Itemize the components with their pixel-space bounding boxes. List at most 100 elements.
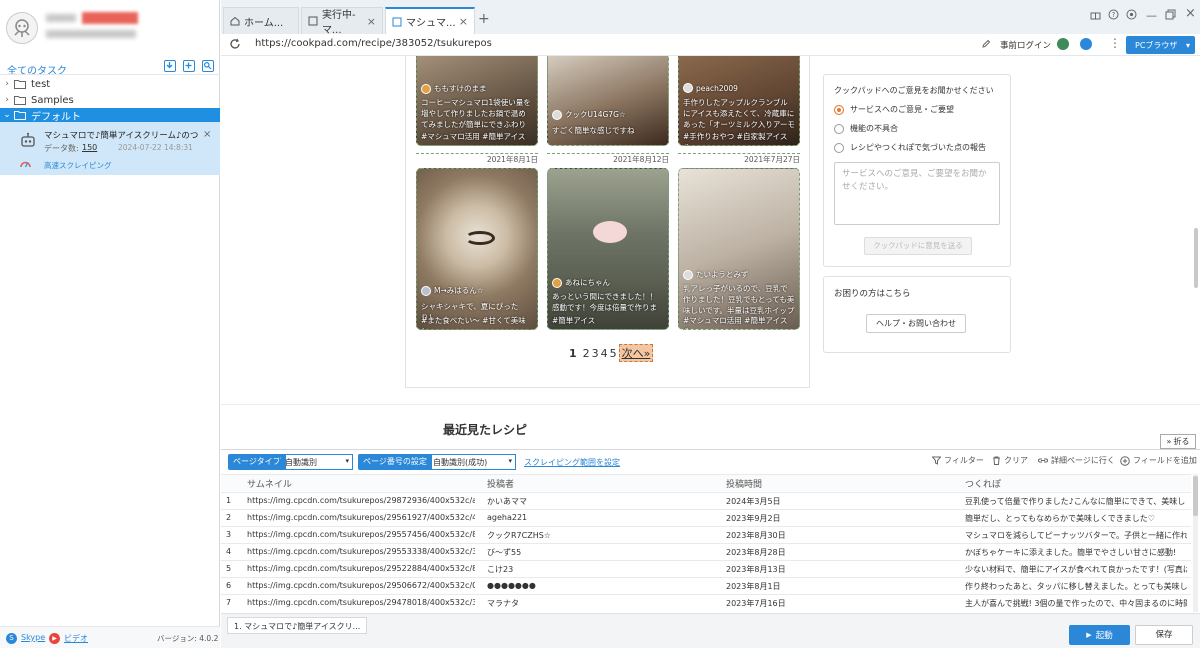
page-icon [308,16,318,26]
tsukurepo-card[interactable]: M→みはるん☆ シャキシャキで、夏にぴったり！ #また食べたい～ #甘くて美味し… [416,168,538,330]
page-link[interactable]: 3 [592,347,599,360]
page-link[interactable]: 2 [583,347,590,360]
search-task-icon[interactable] [202,60,214,72]
folder-icon [14,79,26,89]
add-field-button[interactable]: フィールドを追加 [1120,455,1197,466]
new-tab-icon[interactable]: + [478,11,490,27]
page-number-select[interactable]: 自動識別(成功) ▾ [427,454,516,470]
column-header[interactable]: 投稿者 [487,477,514,491]
clear-button[interactable]: クリア [992,455,1028,466]
user-icon[interactable] [1080,38,1092,50]
chevron-down-icon: ⌄ [3,110,11,120]
filter-button[interactable]: フィルター [932,455,984,466]
minimize-icon[interactable]: — [1146,9,1157,22]
task-tab[interactable]: 1. マシュマロで♪簡単アイスクリ... [227,617,367,634]
divider [221,449,1200,450]
radio-option[interactable]: サービスへのご意見・ご要望 [834,104,954,115]
tsukurepo-card[interactable]: あねにちゃん あっという間にできました！！感動です！今度は倍量で作ります♪ #簡… [547,168,669,330]
browser-mode-button[interactable]: PCブラウザ ▾ [1126,36,1195,54]
radio-option[interactable]: レシピやつくれぽで気づいた点の報告 [834,142,986,153]
table-row[interactable]: 6 https://img.cpcdn.com/tsukurepos/295066… [221,577,1191,594]
gift-icon[interactable] [1090,9,1101,20]
web-scrollbar-thumb[interactable] [1194,228,1198,288]
column-header[interactable]: つくれぽ [965,477,1001,491]
radio-option[interactable]: 機能の不具合 [834,123,898,134]
table-row[interactable]: 3 https://img.cpcdn.com/tsukurepos/295574… [221,526,1191,543]
filter-label: フィルター [944,456,984,465]
page-link[interactable]: 4 [601,347,608,360]
folder-samples[interactable]: › Samples [0,92,220,108]
reload-icon[interactable] [229,38,241,50]
table-row[interactable]: 1 https://img.cpcdn.com/tsukurepos/298729… [221,492,1191,509]
table-row[interactable]: 7 https://img.cpcdn.com/tsukurepos/294780… [221,594,1191,611]
tab-running[interactable]: 実行中-マ... × [301,7,383,36]
scrollbar-thumb[interactable] [1193,476,1198,516]
skype-link[interactable]: Skype [21,633,45,642]
table-row[interactable]: 4 https://img.cpcdn.com/tsukurepos/295533… [221,543,1191,560]
start-button[interactable]: ▶ 起動 [1069,625,1130,645]
card-text: 手作りしたアップルクランブルにアイスも添えたくて、冷蔵庫にあった「オーツミルク入… [683,98,795,129]
scrape-range-link[interactable]: スクレイピング範囲を設定 [524,457,620,468]
tab-home[interactable]: ホーム... [223,7,299,34]
new-folder-icon[interactable] [183,60,195,72]
help-icon[interactable]: ? [1108,9,1119,20]
next-page-link[interactable]: 次へ» [618,344,654,362]
cell-time: 2023年8月1日 [726,582,781,591]
close-icon[interactable]: × [367,15,376,28]
tab-current[interactable]: マシュマ... × [385,7,475,34]
close-window-icon[interactable]: × [1185,6,1196,21]
submit-feedback-button[interactable]: クックパッドに意見を送る [864,237,972,255]
data-count-value[interactable]: 150 [82,143,97,152]
edit-icon[interactable] [981,39,991,49]
pagination: 1 2 3 4 5 次へ» [569,344,654,362]
row-number: 2 [226,513,232,522]
trash-icon [993,456,1000,465]
account-info-redacted [46,30,136,38]
cell-thumb: https://img.cpcdn.com/tsukurepos/2955745… [247,530,475,539]
detail-page-button[interactable]: 詳細ページに行く [1038,455,1115,466]
cell-text: 主人が喜んで挑戦! 3個の量で作ったので、中々固まるのに時間が… [965,599,1187,608]
close-icon[interactable]: × [203,129,211,140]
fold-button[interactable]: » 折る [1160,434,1196,449]
cell-author: マラナタ [487,599,519,608]
column-header[interactable]: サムネイル [247,477,292,491]
close-icon[interactable]: × [459,15,468,28]
restore-icon[interactable] [1165,9,1176,20]
card-text: すごく簡単な感じですね [552,126,635,135]
tsukurepo-card[interactable]: peach2009 手作りしたアップルクランブルにアイスも添えたくて、冷蔵庫にあ… [678,56,800,146]
tsukurepo-card[interactable]: たいようとみず 乳アレっ子がいるので、豆乳で作りました！豆乳でもとっても美味しい… [678,168,800,330]
table-row[interactable]: 5 https://img.cpcdn.com/tsukurepos/295228… [221,560,1191,577]
tab-label: マシュマ... [406,18,456,29]
import-task-icon[interactable] [164,60,176,72]
url-field[interactable]: https://cookpad.com/recipe/383052/tsukur… [255,38,955,49]
page-link[interactable]: 5 [610,347,617,360]
filter-icon [932,456,941,465]
video-link[interactable]: ビデオ [64,633,88,644]
table-scrollbar[interactable] [1193,474,1198,612]
chevron-down-icon: ▾ [1185,40,1190,50]
tsukurepo-card[interactable]: クックU14G7G☆ すごく簡単な感じですね [547,56,669,146]
page-type-select[interactable]: 自動識別 ▾ [279,454,353,470]
feedback-textarea[interactable]: サービスへのご意見、ご要望をお聞かせください。 [834,162,1000,225]
tsukurepo-card[interactable]: ももすけのまま コーヒーマシュマロ1袋使い量を増やして作りましたお鍋で温めてみま… [416,56,538,146]
card-user: あねにちゃん [552,277,610,288]
task-item[interactable]: マシュマロで♪簡単アイスクリーム♪のつく… × データ数: 150 2024-0… [0,122,220,175]
pre-login-button[interactable]: 事前ログイン [1000,39,1051,51]
cell-author: こけ23 [487,565,514,574]
folder-test[interactable]: › test [0,76,220,92]
chevron-double-down-icon: » [1166,437,1172,446]
fold-label: 折る [1173,437,1190,446]
more-icon[interactable]: ⋮ [1109,36,1121,50]
card-text: コーヒーマシュマロ1袋使い量を増やして作りましたお鍋で温めてみましたが簡単にでき… [421,98,531,129]
help-contact-button[interactable]: ヘルプ・お問い合わせ [866,314,966,333]
folder-default[interactable]: ⌄ デフォルト [0,108,220,123]
address-bar: https://cookpad.com/recipe/383052/tsukur… [221,34,1200,56]
table-row[interactable]: 2 https://img.cpcdn.com/tsukurepos/295619… [221,509,1191,526]
column-header[interactable]: 投稿時間 [726,477,762,491]
task-title: マシュマロで♪簡単アイスクリーム♪のつく… [44,131,200,141]
skype-icon[interactable]: S [6,633,17,644]
settings-icon[interactable] [1126,9,1137,20]
video-icon[interactable]: ▶ [49,633,60,644]
extension-icon[interactable] [1057,38,1069,50]
save-button[interactable]: 保存 [1135,625,1193,645]
